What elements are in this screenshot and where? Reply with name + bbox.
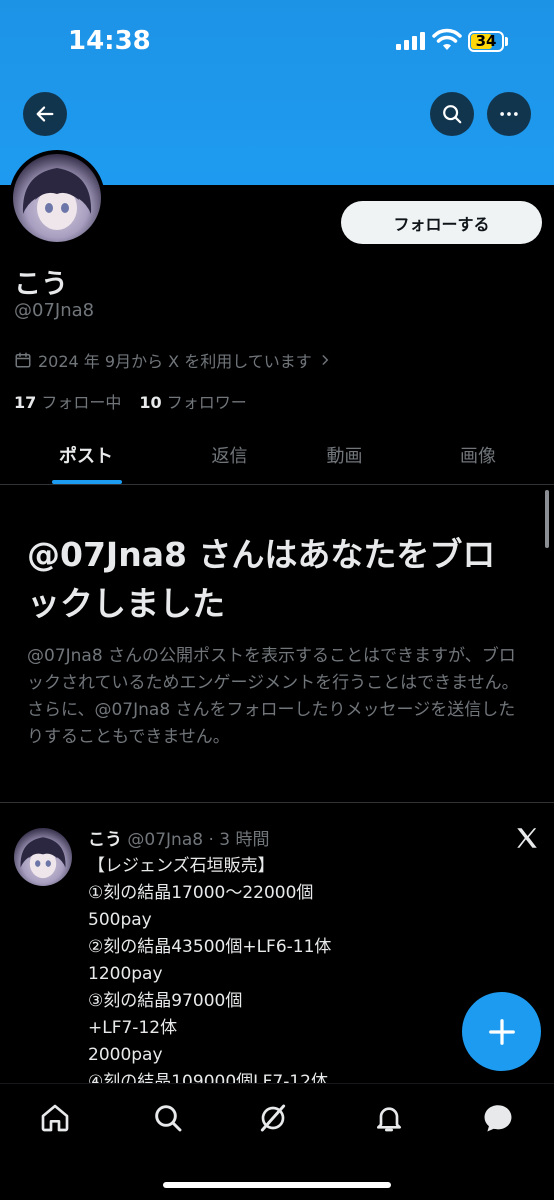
arrow-left-icon	[36, 106, 54, 122]
following-label: フォロー中	[41, 393, 122, 412]
bell-icon	[377, 1107, 401, 1132]
nav-home[interactable]	[38, 1101, 72, 1135]
search-icon	[155, 1105, 182, 1132]
plus-icon	[488, 1018, 515, 1045]
more-dots-icon	[500, 112, 518, 116]
post-body: 【レジェンズ石垣販売】 ①刻の結晶17000〜22000個 500pay ②刻の…	[88, 853, 528, 1083]
followers-stat[interactable]: 10 フォロワー	[139, 389, 246, 413]
following-stat[interactable]: 17 フォロー中	[14, 389, 121, 413]
battery-tip	[505, 37, 508, 46]
cellular-signal-icon	[396, 32, 425, 50]
post-line: 【レジェンズ石垣販売】	[88, 856, 275, 876]
nav-search[interactable]	[151, 1101, 185, 1135]
post-line: ②刻の結晶43500個+LF6-11体	[88, 937, 332, 957]
nav-notifications[interactable]	[372, 1101, 406, 1135]
grok-icon	[260, 1104, 286, 1132]
joined-text: 2024 年 9月から X を利用しています	[38, 352, 312, 371]
post-line: ③刻の結晶97000個	[88, 991, 243, 1011]
post-line: ①刻の結晶17000〜22000個	[88, 883, 314, 903]
following-count: 17	[14, 393, 37, 412]
blocked-description: @07Jna8 さんの公開ポストを表示することはできますが、ブロックされているた…	[27, 646, 519, 747]
post-line: 500pay	[88, 910, 152, 930]
wifi-icon	[432, 28, 462, 50]
home-icon	[41, 1104, 69, 1132]
x-logo-icon	[517, 828, 537, 848]
scrollbar[interactable]	[545, 490, 549, 548]
tab-replies[interactable]: 返信	[172, 425, 287, 485]
post-header: こう @07Jna8 · 3 時間	[88, 825, 270, 850]
blocked-title: @07Jna8 さんはあなたをブロックしました	[27, 535, 496, 623]
nav-grok[interactable]	[256, 1101, 290, 1135]
active-tab-indicator	[52, 480, 122, 484]
home-indicator[interactable]	[163, 1182, 391, 1188]
followers-label: フォロワー	[166, 393, 247, 412]
battery-level: 34	[475, 32, 497, 50]
post-meta: @07Jna8 · 3 時間	[127, 830, 270, 850]
status-bar: 14:38 34	[0, 0, 554, 80]
post-author-name: こう	[88, 830, 122, 850]
post-avatar[interactable]	[14, 828, 72, 886]
display-name: こう	[14, 269, 68, 300]
compose-button[interactable]	[462, 992, 541, 1071]
avatar-illustration	[22, 168, 92, 230]
profile-handle: @07Jna8	[14, 300, 95, 321]
tab-videos[interactable]: 動画	[287, 425, 402, 485]
post-line: ④刻の結晶109000個LF7-12体	[88, 1072, 328, 1083]
post-line: 2000pay	[88, 1045, 163, 1065]
status-time: 14:38	[68, 26, 151, 56]
search-icon	[443, 105, 462, 124]
follow-button[interactable]: フォローする	[341, 201, 542, 244]
followers-count: 10	[139, 393, 162, 412]
calendar-icon	[15, 352, 31, 368]
chevron-right-icon	[322, 355, 329, 365]
tab-posts[interactable]: ポスト	[0, 425, 172, 485]
back-button[interactable]	[23, 92, 67, 136]
battery-icon: 34	[468, 31, 504, 52]
avatar-illustration	[20, 837, 66, 879]
profile-tabs: ポスト 返信 動画 画像	[0, 425, 554, 485]
chat-bubble-icon	[484, 1105, 512, 1132]
nav-messages[interactable]	[481, 1101, 515, 1135]
search-button[interactable]	[430, 92, 474, 136]
follow-stats: 17 フォロー中 10 フォロワー	[14, 389, 247, 413]
tab-images[interactable]: 画像	[402, 425, 554, 485]
more-button[interactable]	[487, 92, 531, 136]
profile-avatar[interactable]	[9, 150, 105, 246]
joined-date[interactable]: 2024 年 9月から X を利用しています	[14, 348, 332, 372]
post-line: 1200pay	[88, 964, 163, 984]
